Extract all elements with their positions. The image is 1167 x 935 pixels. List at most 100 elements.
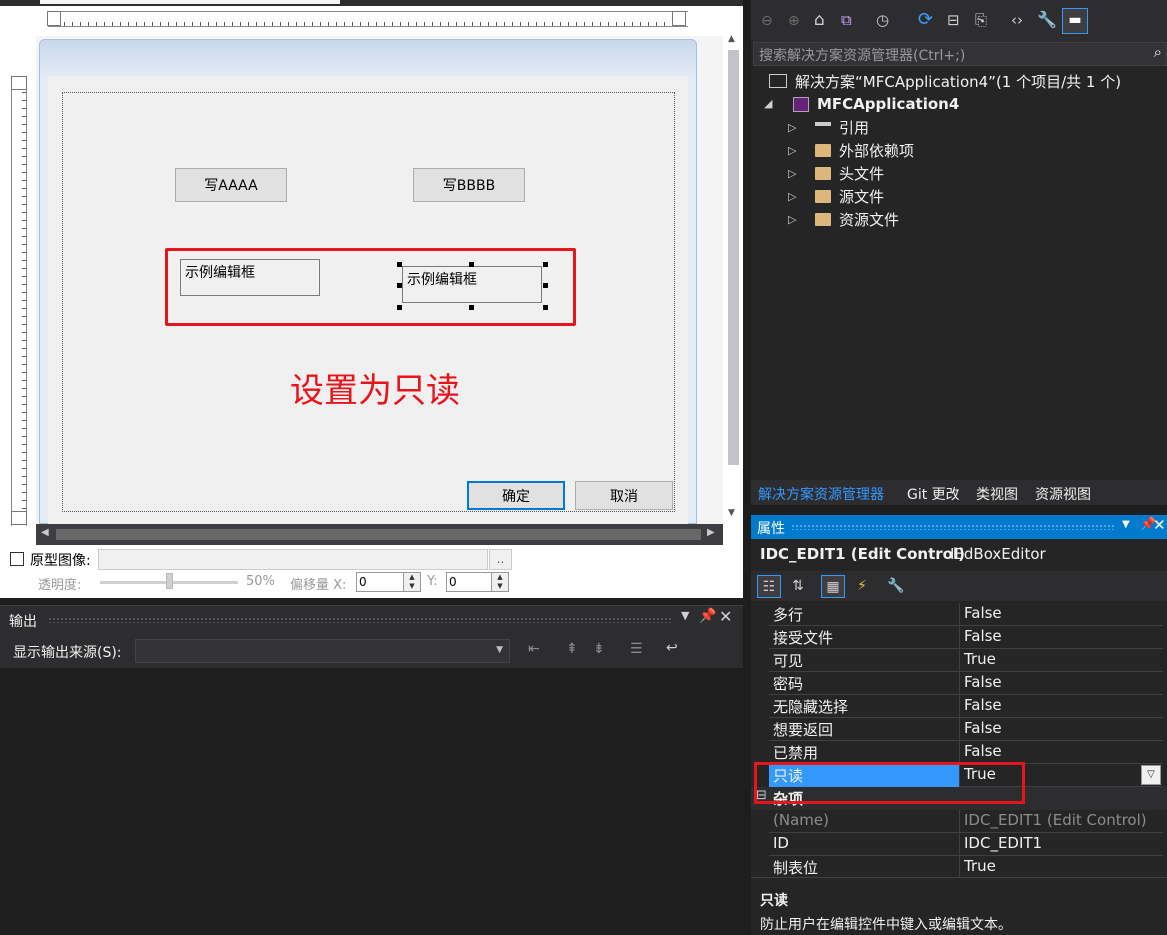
property-name: 多行 (773, 606, 804, 624)
close-icon[interactable]: ✕ (1153, 516, 1166, 534)
offset-y-spinner[interactable]: ▲ ▼ (491, 572, 509, 592)
property-value[interactable]: IDC_EDIT1 (Edit Control) (964, 811, 1147, 829)
property-name: 接受文件 (773, 629, 834, 647)
tree-item-source-files[interactable]: 源文件 (815, 185, 884, 207)
collapse-all-icon[interactable]: ⊟ (947, 11, 960, 29)
pin-icon[interactable]: 📌 (699, 608, 716, 624)
next-message-icon[interactable]: ⇟ (593, 641, 605, 657)
dialog-right-border (688, 76, 696, 523)
expand-triangle-icon[interactable]: ◢ (764, 97, 772, 110)
scroll-thumb[interactable] (728, 50, 739, 465)
chevron-down-icon[interactable]: ▽ (1141, 765, 1161, 785)
categorized-icon[interactable]: ☷ (757, 575, 781, 598)
search-icon[interactable]: ⌕ (1154, 43, 1162, 61)
horizontal-ruler[interactable] (47, 11, 688, 27)
prototype-image-path[interactable] (98, 549, 488, 570)
property-row-accept-files[interactable]: 接受文件 False (769, 626, 1163, 649)
property-row-name[interactable]: (Name) IDC_EDIT1 (Edit Control) (769, 810, 1163, 833)
find-message-icon[interactable]: ⇤ (528, 641, 540, 657)
prototype-image-checkbox[interactable] (10, 552, 24, 566)
designer-horizontal-scrollbar[interactable]: ◀ ▶ (36, 524, 723, 545)
scroll-right-icon[interactable]: ▶ (707, 527, 715, 538)
ruler-bottom-handle[interactable] (11, 511, 27, 525)
home-icon[interactable]: ⌂ (814, 10, 825, 30)
property-value[interactable]: False (964, 696, 1002, 714)
object-selector[interactable]: IDC_EDIT1 (Edit Control) IEdBoxEditor (751, 539, 1167, 571)
scroll-left-icon[interactable]: ◀ (41, 527, 49, 538)
tree-item-references[interactable]: 引用 (815, 116, 869, 138)
pending-changes-icon[interactable]: ◷ (876, 11, 889, 29)
opacity-slider-thumb[interactable] (166, 573, 173, 589)
scroll-down-icon[interactable]: ▼ (728, 508, 735, 518)
property-name: 密码 (773, 675, 804, 693)
designer-vertical-scrollbar[interactable]: ▲ ▼ (723, 30, 743, 524)
property-pages-wrench-icon[interactable]: 🔧 (884, 575, 908, 598)
tree-item-header-files[interactable]: 头文件 (815, 162, 884, 184)
property-value[interactable]: False (964, 604, 1002, 622)
forward-icon[interactable]: ⊕ (788, 13, 800, 29)
properties-page-icon[interactable]: ▦ (821, 575, 845, 598)
property-row-multiline[interactable]: 多行 False (769, 603, 1163, 626)
scroll-thumb[interactable] (56, 529, 701, 540)
back-icon[interactable]: ⊖ (761, 13, 773, 29)
property-row-id[interactable]: ID IDC_EDIT1 (769, 833, 1163, 856)
word-wrap-icon[interactable]: ↩ (666, 640, 678, 656)
tab-class-view[interactable]: 类视图 (976, 484, 1018, 504)
offset-x-input[interactable]: 0 (356, 572, 404, 592)
property-row-want-return[interactable]: 想要返回 False (769, 718, 1163, 741)
property-value[interactable]: True (964, 857, 996, 875)
output-source-select[interactable]: ▼ (135, 639, 510, 663)
show-all-files-icon[interactable]: ⎘ (975, 11, 987, 29)
active-document-tab[interactable] (40, 0, 340, 4)
property-value[interactable]: True (964, 650, 996, 668)
close-icon[interactable]: ✕ (719, 607, 732, 626)
collapsed-triangle-icon[interactable]: ▷ (788, 121, 796, 134)
offset-y-input[interactable]: 0 (446, 572, 492, 592)
project-node[interactable]: MFCApplication4 (793, 93, 959, 115)
property-value[interactable]: False (964, 742, 1002, 760)
scroll-up-icon[interactable]: ▲ (728, 34, 735, 44)
property-value[interactable]: False (964, 719, 1002, 737)
dropdown-icon[interactable]: ▼ (1122, 519, 1130, 530)
sync-icon[interactable]: ⟳ (918, 9, 933, 30)
write-aaaa-button[interactable]: 写AAAA (175, 168, 287, 202)
property-row-disabled[interactable]: 已禁用 False (769, 741, 1163, 764)
property-row-no-hide-selection[interactable]: 无隐藏选择 False (769, 695, 1163, 718)
collapsed-triangle-icon[interactable]: ▷ (788, 213, 796, 226)
tab-resource-view[interactable]: 资源视图 (1035, 484, 1091, 504)
preview-selected-icon[interactable]: ▬ (1062, 8, 1088, 34)
property-value[interactable]: False (964, 673, 1002, 691)
solution-explorer-toolbar: ⊖ ⊕ ⌂ ⧉ ◷ ⟳ ⊟ ⎘ ‹› 🔧 ▬ (751, 0, 1167, 42)
offset-x-spinner[interactable]: ▲ ▼ (403, 572, 421, 592)
ruler-left-handle[interactable] (47, 11, 61, 26)
property-row-visible[interactable]: 可见 True (769, 649, 1163, 672)
solution-node[interactable]: 解决方案“MFCApplication4”(1 个项目/共 1 个) (769, 70, 1121, 92)
write-bbbb-button[interactable]: 写BBBB (413, 168, 525, 202)
code-view-icon[interactable]: ‹› (1011, 11, 1023, 29)
ruler-top-handle[interactable] (11, 76, 27, 90)
property-row-password[interactable]: 密码 False (769, 672, 1163, 695)
property-value[interactable]: IDC_EDIT1 (964, 834, 1042, 852)
tab-git-changes[interactable]: Git 更改 (907, 484, 960, 504)
clear-all-icon[interactable]: ☰ (630, 641, 643, 657)
vertical-ruler[interactable] (11, 76, 27, 526)
tree-item-resource-files[interactable]: 资源文件 (815, 208, 899, 230)
property-row-tab-stop[interactable]: 制表位 True (769, 856, 1163, 879)
properties-wrench-icon[interactable]: 🔧 (1037, 10, 1057, 29)
tree-item-external-deps[interactable]: 外部依赖项 (815, 139, 914, 161)
property-value[interactable]: False (964, 627, 1002, 645)
events-lightning-icon[interactable]: ⚡ (850, 575, 874, 598)
solution-search-input[interactable]: 搜索解决方案资源管理器(Ctrl+;) ⌕ (753, 42, 1167, 66)
dropdown-icon[interactable]: ▼ (681, 609, 689, 622)
tab-solution-explorer[interactable]: 解决方案资源管理器 (758, 484, 884, 504)
collapsed-triangle-icon[interactable]: ▷ (788, 167, 796, 180)
ok-button[interactable]: 确定 (467, 481, 565, 510)
previous-message-icon[interactable]: ⇞ (566, 641, 578, 657)
browse-button[interactable]: .. (489, 549, 512, 570)
cancel-button[interactable]: 取消 (575, 481, 673, 510)
alphabetical-icon[interactable]: ⇅ (786, 575, 810, 598)
collapsed-triangle-icon[interactable]: ▷ (788, 190, 796, 203)
ruler-right-handle[interactable] (672, 11, 686, 26)
switch-view-icon[interactable]: ⧉ (841, 11, 852, 29)
collapsed-triangle-icon[interactable]: ▷ (788, 144, 796, 157)
